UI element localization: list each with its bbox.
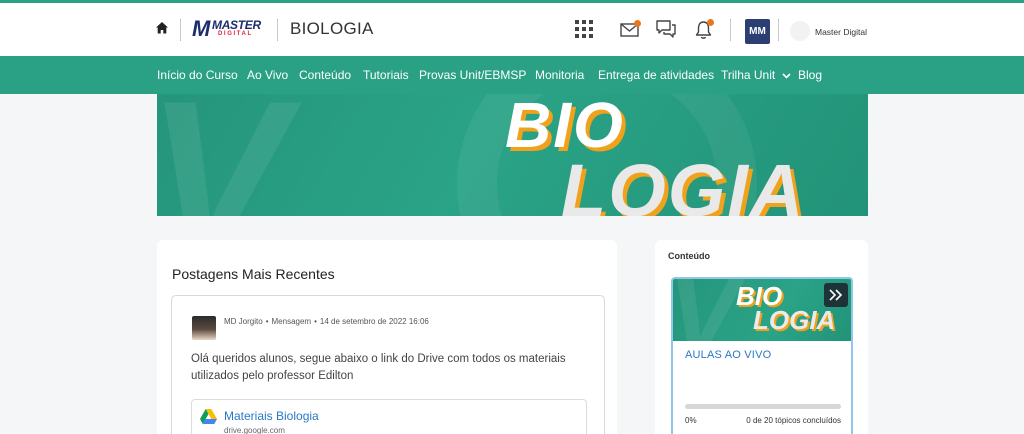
avatar[interactable]: MM [745, 19, 770, 44]
divider [778, 19, 779, 41]
post-item: MD Jorgito • Mensagem • 14 de setembro de 20… [171, 295, 605, 434]
meta-separator: • [265, 317, 269, 326]
divider [180, 19, 181, 41]
attachment-link-card[interactable]: Materiais Biologia drive.google.com [191, 399, 587, 434]
post-author[interactable]: MD Jorgito [224, 317, 263, 326]
attachment-title[interactable]: Materiais Biologia [224, 409, 319, 423]
module-card[interactable]: V BIO LOGIA AULAS AO VIVO 0% 0 de 20 tóp… [671, 277, 853, 434]
nav-item-provas[interactable]: Provas Unit/EBMSP [419, 68, 526, 82]
logo-sub: DIGITAL [218, 31, 253, 37]
nav-item-label: Trilha Unit [721, 68, 776, 82]
module-title[interactable]: AULAS AO VIVO [685, 349, 771, 361]
post-body: Olá queridos alunos, segue abaixo o link… [191, 353, 566, 382]
google-drive-icon [200, 409, 217, 424]
logo-mark: M [192, 16, 210, 41]
nav-item-monitoria[interactable]: Monitoria [535, 68, 584, 82]
home-icon[interactable] [155, 21, 169, 35]
recent-posts-widget: Postagens Mais Recentes MD Jorgito • Mensa… [157, 240, 617, 434]
post-date: 14 de setembro de 2022 16:06 [319, 317, 429, 326]
thumbnail-decoration: V [673, 279, 741, 341]
post-meta: MD Jorgito • Mensagem • 14 de setembro de 20… [224, 317, 429, 326]
grid-icon[interactable] [575, 20, 593, 38]
banner-title-line2: LOGIA [561, 149, 806, 216]
mail-button[interactable] [620, 19, 642, 39]
nav-item-ao-vivo[interactable]: Ao Vivo [247, 68, 288, 82]
user-name[interactable]: Master Digital [815, 27, 867, 37]
course-banner: V BIO LOGIA [157, 94, 868, 216]
progress-percent: 0% [685, 416, 697, 425]
continue-button[interactable] [824, 283, 848, 307]
nav-item-inicio[interactable]: Início do Curso [157, 68, 238, 82]
module-thumbnail[interactable]: V BIO LOGIA [673, 279, 851, 341]
attachment-url: drive.google.com [224, 426, 285, 434]
chat-icon[interactable] [656, 20, 676, 39]
author-avatar[interactable] [192, 316, 216, 340]
logo-word: MASTER [212, 18, 261, 32]
widget-title: Conteúdo [668, 251, 710, 261]
chevron-down-icon [782, 73, 791, 79]
banner-decoration: V [157, 94, 288, 216]
user-profile-picture[interactable] [790, 21, 810, 41]
topics-completed: 0 de 20 tópicos concluídos [746, 416, 841, 425]
top-header: M MASTER DIGITAL BIOLOGIA MM Master Digi… [0, 3, 1024, 56]
course-title[interactable]: BIOLOGIA [290, 19, 374, 39]
content-widget: Conteúdo V BIO LOGIA AULAS AO VIVO 0% 0 … [655, 240, 868, 434]
progress-bar [685, 404, 841, 409]
brand-logo[interactable]: M MASTER DIGITAL [192, 16, 268, 42]
notification-dot [634, 20, 641, 27]
meta-separator: • [314, 317, 317, 326]
nav-item-conteudo[interactable]: Conteúdo [299, 68, 351, 82]
course-navbar: Início do Curso Ao Vivo Conteúdo Tutoria… [0, 56, 1024, 94]
fast-forward-icon [829, 289, 843, 301]
nav-item-entrega[interactable]: Entrega de atividades [598, 68, 714, 82]
post-type: Mensagem [271, 317, 312, 326]
nav-item-tutoriais[interactable]: Tutoriais [363, 68, 409, 82]
thumbnail-title-line2: LOGIA [753, 305, 836, 335]
widget-title: Postagens Mais Recentes [172, 266, 335, 282]
notification-dot [707, 19, 714, 26]
nav-item-blog[interactable]: Blog [798, 68, 822, 82]
nav-item-trilha-unit[interactable]: Trilha Unit [721, 68, 791, 82]
divider [730, 19, 731, 41]
divider [277, 19, 278, 41]
notifications-button[interactable] [694, 19, 716, 41]
